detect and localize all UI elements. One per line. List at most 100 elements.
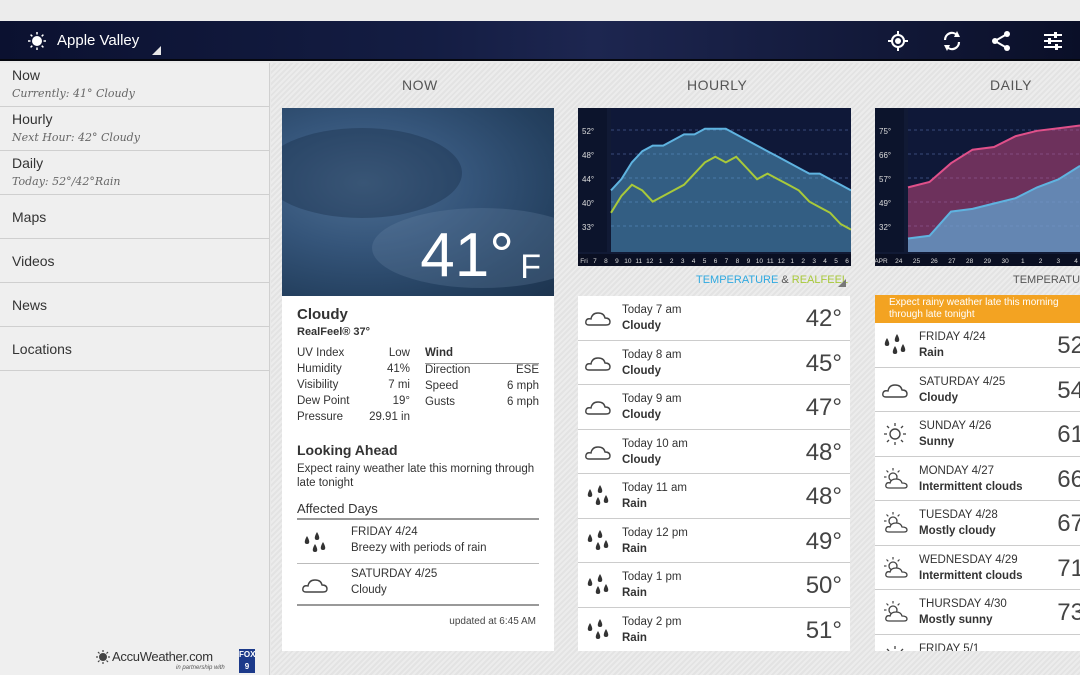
x-tick-label: 2 [801,258,805,265]
hourly-time: Today 2 pm [622,615,682,628]
x-tick-label: 12 [646,258,654,265]
x-tick-label: 5 [834,258,838,265]
hourly-row[interactable]: Today 9 am Cloudy 47° [578,385,850,430]
cloud-icon [882,383,908,398]
hourly-time: Today 12 pm [622,526,688,539]
sun-icon [28,32,46,50]
wind-value: 6 mph [507,380,539,392]
hourly-time: Today 1 pm [622,571,682,583]
y-tick-label: 52° [582,127,594,136]
x-tick-label: 25 [913,258,921,265]
weather-alert-banner[interactable]: Expect rainy weather late this morning t… [875,295,1080,323]
x-tick-label: 26 [931,258,939,265]
rain-icon [884,334,906,354]
x-tick-label: 9 [615,258,619,265]
daily-legend: TEMPERATURE [1013,274,1080,286]
hourly-condition: Rain [622,587,647,599]
wind-row: Speed 6 mph [425,380,539,396]
cloud-icon [585,356,611,371]
daily-condition: Sunny [919,436,955,448]
partly-cloudy-icon [884,467,908,489]
hourly-condition: Rain [622,498,647,510]
daily-row[interactable]: FRIDAY 4/24 Rain 52 [875,323,1080,368]
sidebar-item-label: Now [12,67,41,83]
y-tick-label: 57° [879,175,891,184]
hourly-list[interactable]: Today 7 am Cloudy 42° Today 8 am Cloudy 45° To… [578,296,850,651]
daily-row[interactable]: TUESDAY 4/28 Mostly cloudy 67 [875,501,1080,546]
stat-key: UV Index [297,347,345,359]
cloud-icon [302,579,328,593]
sidebar-item-label: Videos [12,253,55,269]
affected-day-row[interactable]: FRIDAY 4/24 Breezy with periods of rain [297,522,539,564]
hourly-chart[interactable]: 52°48°44°40°33°Fri 7 8 9 10 11 12 1 2 3 4 5 6 7 8 9 10 11… [578,108,851,266]
daily-row[interactable]: THURSDAY 4/30 Mostly sunny 73 [875,590,1080,635]
daily-row[interactable]: WEDNESDAY 4/29 Intermittent clouds 71 [875,546,1080,590]
y-tick-label: 40° [582,199,594,208]
y-tick-label: 33° [582,223,594,232]
stat-value: 29.91 in [369,411,410,423]
daily-row[interactable]: SUNDAY 4/26 Sunny 61 [875,412,1080,457]
hourly-row[interactable]: Today 10 am Cloudy 48° [578,430,850,474]
affected-day-desc: Breezy with periods of rain [351,542,487,554]
y-tick-label: 44° [582,175,594,184]
x-tick-label: 28 [966,258,974,265]
location-dropdown-icon[interactable] [152,46,161,55]
hourly-row[interactable]: Today 12 pm Rain 49° [578,519,850,563]
x-tick-label: 7 [725,258,729,265]
status-bar-gap [0,0,1080,21]
legend-corner-icon[interactable] [838,279,846,287]
locate-icon[interactable] [886,29,910,53]
daily-row[interactable]: FRIDAY 5/1 [875,635,1080,651]
refresh-icon[interactable] [940,29,964,53]
stat-row: Visibility 7 mi [297,379,410,395]
sidebar-item-news[interactable]: News [0,283,269,327]
hourly-temp: 47° [805,394,842,421]
x-tick-label: 24 [895,258,903,265]
location-name[interactable]: Apple Valley [57,32,139,49]
daily-temp: 67 [1057,510,1080,537]
hourly-temp: 48° [805,438,842,466]
affected-day-row[interactable]: SATURDAY 4/25 Cloudy [297,564,539,606]
daily-condition: Mostly sunny [919,614,993,626]
daily-chart[interactable]: 75° 66° 57° 49° 32° APR 24 25 26 27 28 29 30 1 2 3 4 [875,108,1080,266]
hourly-condition: Cloudy [622,453,661,466]
sidebar-item-sub: Today: 52°/42°Rain [12,175,121,188]
wind-value: ESE [515,364,539,376]
hourly-row[interactable]: Today 8 am Cloudy 45° [578,341,850,385]
affected-day-date: SATURDAY 4/25 [351,568,438,580]
hourly-temp: 45° [805,349,842,377]
sidebar-item-videos[interactable]: Videos [0,239,269,283]
daily-row[interactable]: SATURDAY 4/25 Cloudy 54 [875,368,1080,412]
sidebar-item-daily[interactable]: Daily Today: 52°/42°Rain [0,151,269,195]
hourly-row[interactable]: Today 2 pm Rain 51° [578,608,850,652]
sidebar-item-now[interactable]: Now Currently: 41° Cloudy [0,63,269,107]
x-tick-label: 10 [756,258,764,265]
affected-days-title: Affected Days [297,501,539,520]
sidebar-item-label: Maps [12,209,47,225]
main-content[interactable]: NOW HOURLY DAILY 41° F Cloudy RealFeel® … [271,63,1080,675]
daily-list[interactable]: FRIDAY 4/24 Rain 52 SATURDAY 4/25 Cloudy 54 SU… [875,323,1080,651]
sun-icon [884,423,906,445]
hourly-row[interactable]: Today 7 am Cloudy 42° [578,296,850,341]
hourly-row[interactable]: Today 11 am Rain 48° [578,474,850,519]
x-tick-label: 2 [670,258,674,265]
hourly-row[interactable]: Today 1 pm Rain 50° [578,563,850,608]
updated-time: updated at 6:45 AM [449,616,536,627]
app-bar: Apple Valley [0,21,1080,61]
daily-condition: Mostly cloudy [919,525,996,537]
accuweather-sun-icon [96,650,110,664]
settings-icon[interactable] [1041,29,1065,53]
column-title-hourly: HOURLY [687,77,748,93]
x-tick-label: 7 [593,258,597,265]
sidebar-item-locations[interactable]: Locations [0,327,269,371]
share-icon[interactable] [989,29,1013,53]
temperature-unit: F [520,248,541,286]
sidebar-item-hourly[interactable]: Hourly Next Hour: 42° Cloudy [0,107,269,151]
hourly-time: Today 7 am [622,304,682,316]
x-tick-label: 8 [604,258,608,265]
sidebar-item-maps[interactable]: Maps [0,195,269,239]
brand-name: AccuWeather.com [112,649,213,664]
daily-row[interactable]: MONDAY 4/27 Intermittent clouds 66 [875,457,1080,501]
sidebar-item-sub: Currently: 41° Cloudy [12,87,135,100]
sidebar-item-label: Daily [12,155,44,171]
